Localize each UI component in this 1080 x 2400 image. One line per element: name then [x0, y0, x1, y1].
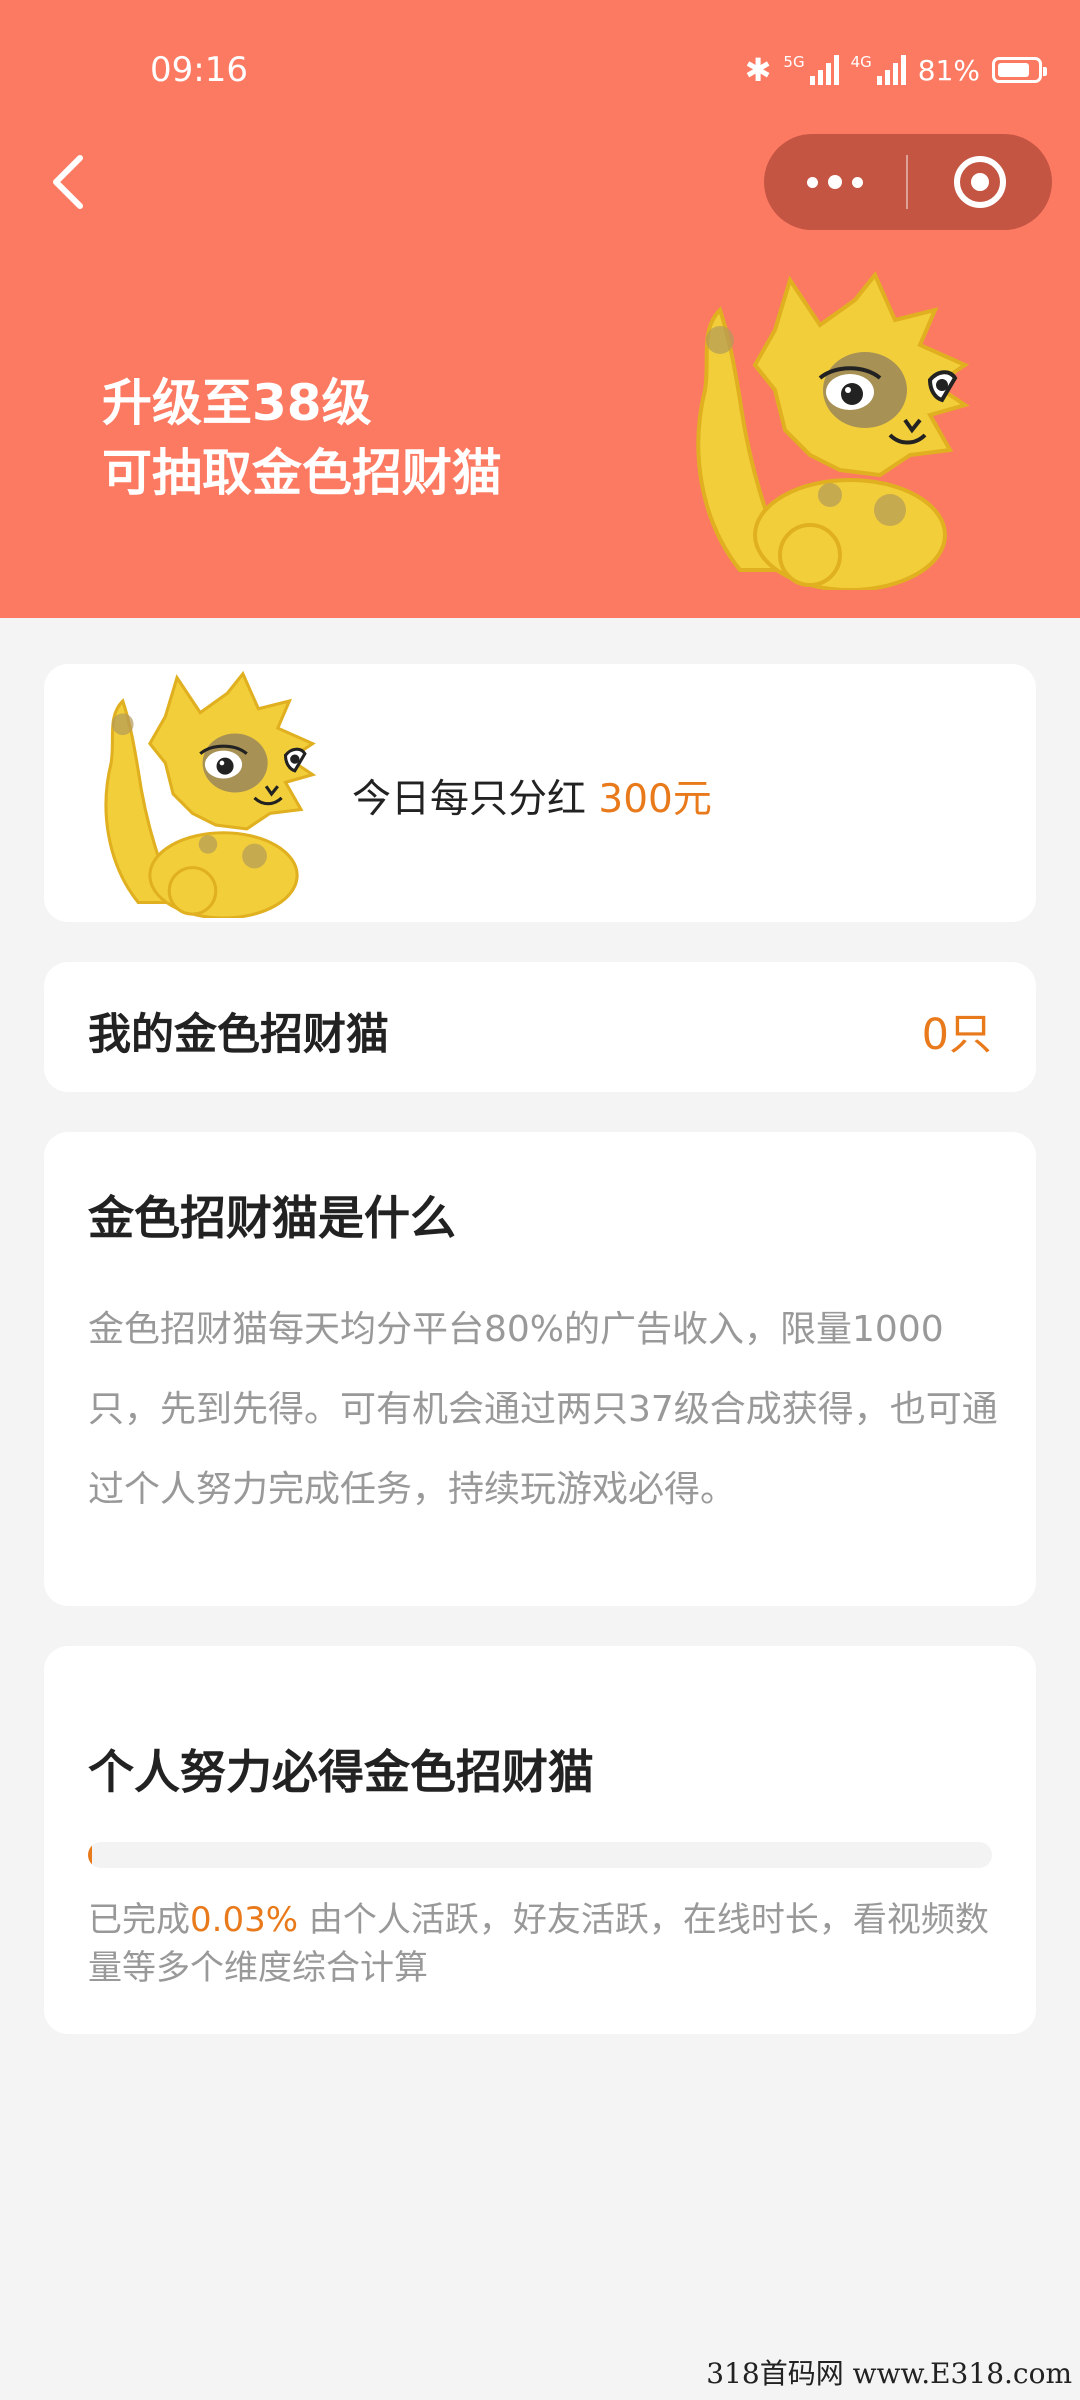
signal-sim2-icon: 4G: [851, 55, 906, 85]
what-is-card: 金色招财猫是什么 金色招财猫每天均分平台80%的广告收入，限量1000只，先到先…: [44, 1132, 1036, 1606]
my-cats-label: 我的金色招财猫: [88, 1010, 389, 1060]
effort-description: 已完成0.03% 由个人活跃，好友活跃，在线时长，看视频数量等多个维度综合计算: [88, 1896, 992, 1992]
completed-prefix: 已完成: [88, 1900, 190, 1940]
battery-percent: 81%: [917, 53, 980, 87]
chevron-left-icon: [53, 155, 83, 209]
dividend-value: 300元: [598, 777, 712, 822]
hero-line-2: 可抽取金色招财猫: [102, 444, 502, 502]
hero-title: 升级至38级 可抽取金色招财猫: [102, 368, 502, 508]
my-cats-count: 0只: [921, 1010, 992, 1060]
back-button[interactable]: [44, 152, 94, 212]
mini-program-capsule: [764, 134, 1052, 230]
bluetooth-icon: ✱: [744, 51, 772, 89]
completed-percent: 0.03%: [190, 1900, 299, 1940]
battery-icon: [992, 57, 1047, 83]
more-dots-icon: [807, 176, 818, 188]
what-is-description: 金色招财猫每天均分平台80%的广告收入，限量1000只，先到先得。可有机会通过两…: [88, 1309, 998, 1510]
my-cats-card[interactable]: 我的金色招财猫 0只: [44, 962, 1036, 1092]
header-banner: 09:16 ✱ 5G 4G 81% 升级至38级 可抽取金色招财猫: [0, 0, 1080, 618]
status-time: 09:16: [150, 50, 248, 90]
dividend-card: 今日每只分红 300元: [44, 664, 1036, 922]
status-bar: 09:16 ✱ 5G 4G 81%: [0, 0, 1080, 140]
effort-title: 个人努力必得金色招财猫: [88, 1745, 594, 1799]
signal-sim1-icon: 5G: [783, 53, 839, 85]
dividend-text: 今日每只分红 300元: [352, 768, 712, 824]
target-circle-icon: [954, 156, 1006, 208]
status-icons: ✱ 5G 4G 81%: [744, 50, 1047, 90]
effort-progress-fill: [88, 1842, 92, 1868]
close-mini-program-button[interactable]: [908, 134, 1052, 230]
watermark: 318首码网 www.E318.com: [706, 2357, 1072, 2390]
dividend-label: 今日每只分红: [352, 777, 599, 822]
sim1-network-tag: 5G: [783, 53, 805, 71]
more-button[interactable]: [764, 134, 906, 230]
effort-progress-bar: [88, 1842, 992, 1868]
golden-cat-icon: [680, 270, 980, 590]
what-is-title: 金色招财猫是什么: [88, 1191, 456, 1245]
hero-line-1: 升级至38级: [102, 374, 372, 432]
sim2-network-tag: 4G: [850, 53, 872, 71]
effort-card: 个人努力必得金色招财猫 已完成0.03% 由个人活跃，好友活跃，在线时长，看视频…: [44, 1646, 1036, 2034]
golden-cat-icon: [88, 670, 328, 918]
